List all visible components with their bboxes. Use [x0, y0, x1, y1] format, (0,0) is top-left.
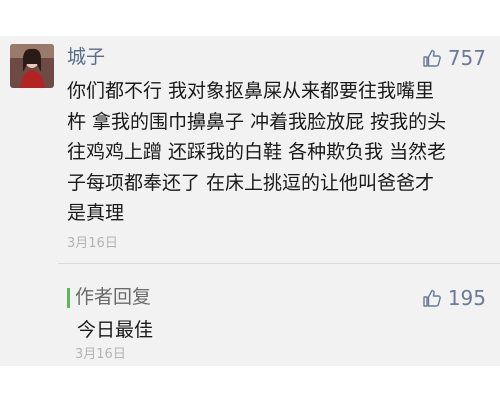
reply-accent-bar — [67, 288, 70, 308]
divider — [58, 263, 500, 264]
reply-like-button[interactable]: 195 — [422, 286, 486, 310]
reply-date: 3月16日 — [75, 347, 126, 362]
comment-line: 往鸡鸡上蹭 还踩我的白鞋 各种欺负我 当然老 — [67, 141, 447, 163]
thumbs-up-icon — [422, 48, 442, 68]
like-button[interactable]: 757 — [422, 46, 486, 70]
comment-date: 3月16日 — [67, 236, 118, 251]
comment-line: 是真理 — [67, 202, 125, 224]
author-reply-label: 作者回复 — [75, 286, 152, 308]
comment-text: 你们都不行 我对象抠鼻屎从来都要往我嘴里 杵 拿我的围巾擤鼻子 冲着我脸放屁 按… — [67, 76, 487, 229]
thumbs-up-icon — [422, 288, 442, 308]
comment-line: 你们都不行 我对象抠鼻屎从来都要往我嘴里 — [67, 80, 435, 102]
reply-like-count: 195 — [447, 286, 486, 310]
comment-line: 子每项都奉还了 在床上挑逗的让他叫爸爸才 — [67, 171, 435, 194]
like-count: 757 — [447, 46, 486, 70]
username[interactable]: 城子 — [67, 44, 105, 70]
reply-text: 今日最佳 — [77, 319, 154, 341]
avatar[interactable] — [10, 44, 54, 88]
comment-line: 杵 拿我的围巾擤鼻子 冲着我脸放屁 按我的头 — [67, 110, 447, 133]
